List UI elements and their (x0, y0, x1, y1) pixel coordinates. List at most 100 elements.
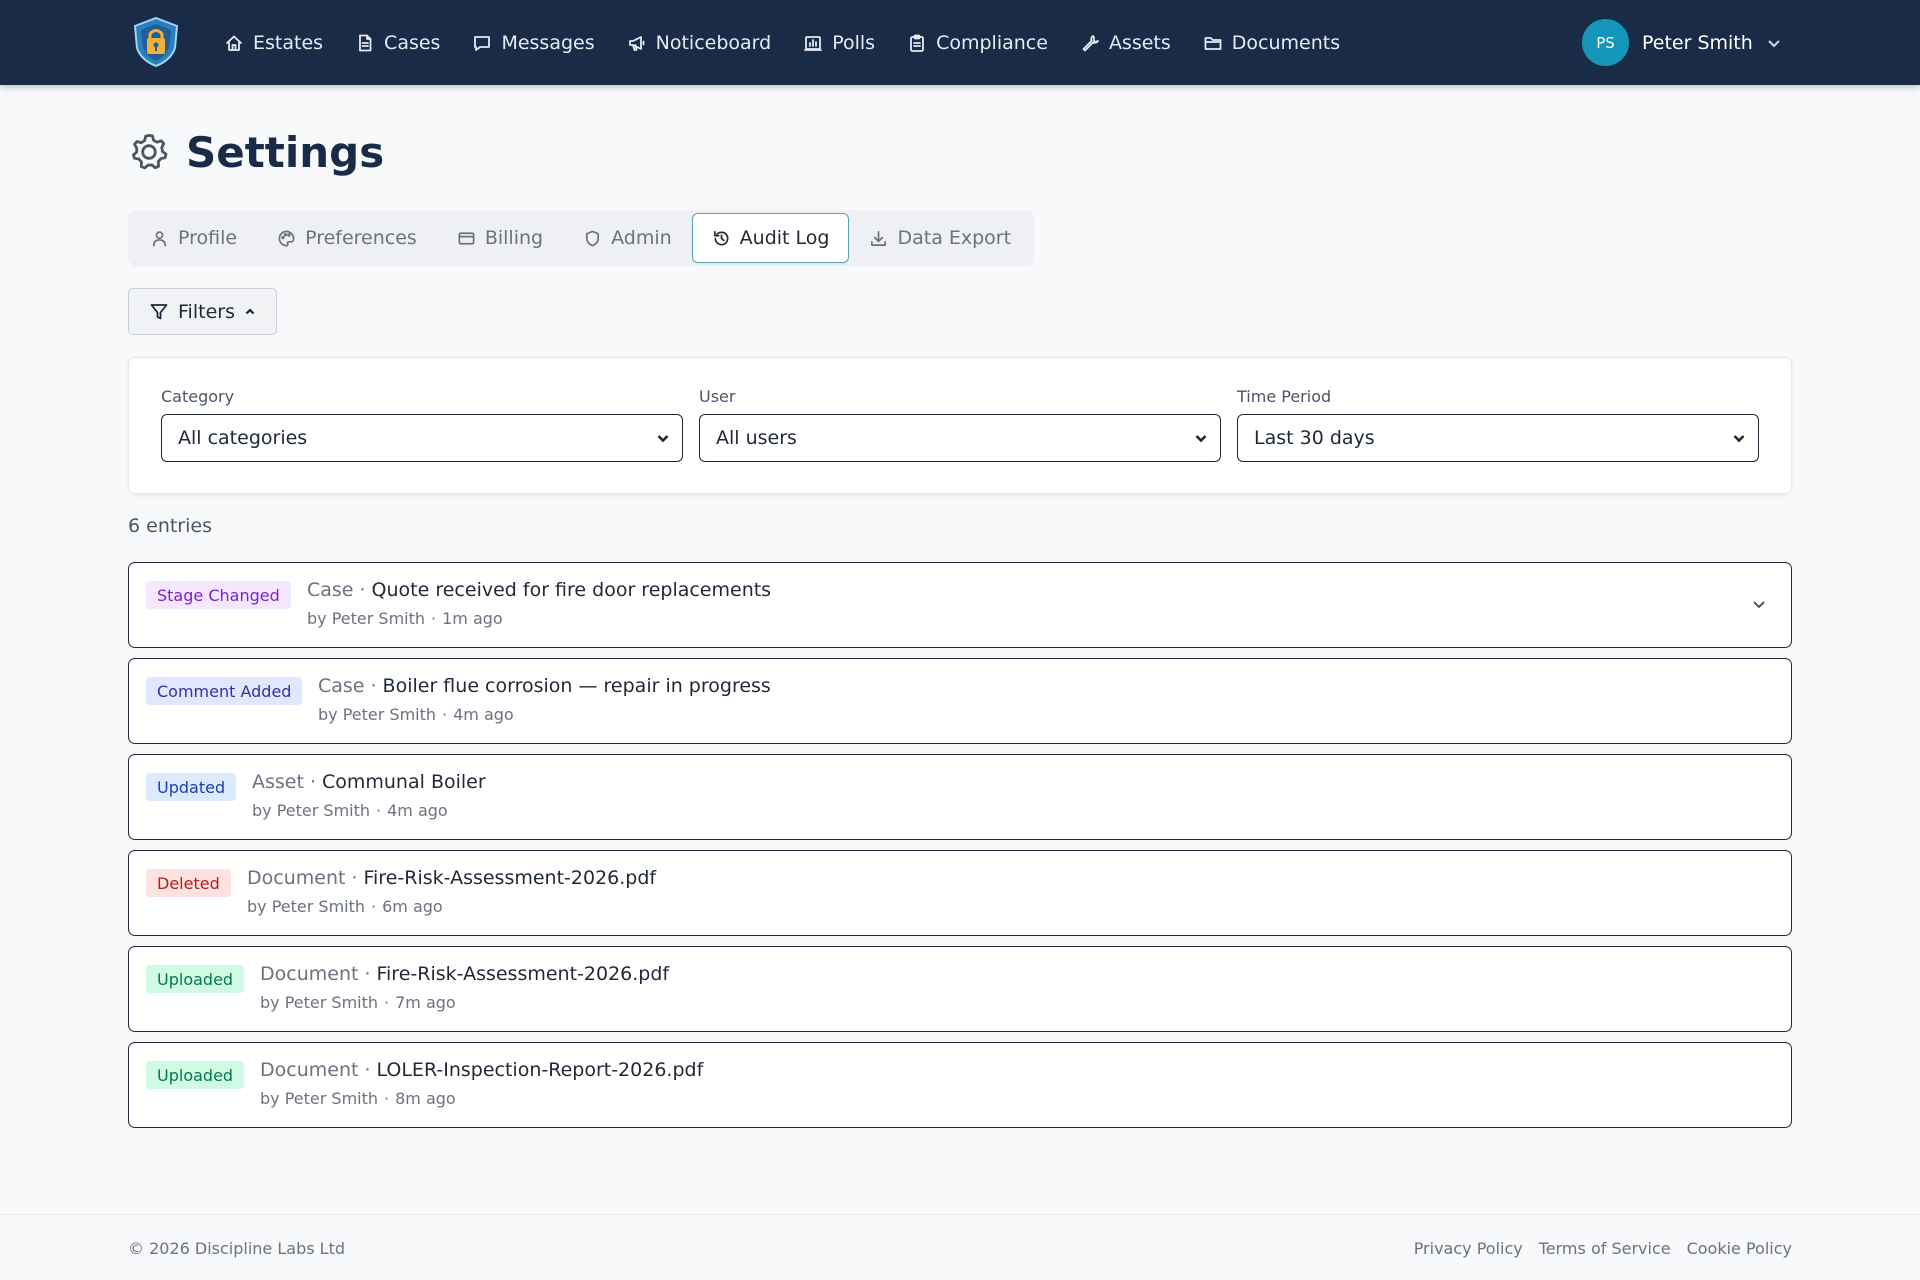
entry-author: by Peter Smith (260, 1089, 379, 1108)
entry-body: Document · LOLER-Inspection-Report-2026.pd… (260, 1059, 703, 1108)
time-period-label: Time Period (1237, 387, 1332, 406)
category-filter: Category All categories (161, 387, 683, 462)
tab-label: Admin (611, 227, 672, 249)
nav-item-messages[interactable]: Messages (472, 32, 595, 54)
page-header: Settings (128, 126, 384, 178)
time-period-select[interactable]: Last 30 days (1237, 414, 1759, 462)
tab-label: Profile (178, 227, 238, 249)
entry-title: Quote received for fire door replacement… (371, 579, 772, 601)
download-icon (871, 230, 887, 246)
privacy-policy-link[interactable]: Privacy Policy (1414, 1239, 1523, 1258)
entry-type: Document (260, 1059, 359, 1081)
entry-author: by Peter Smith (260, 993, 379, 1012)
audit-log-entry[interactable]: Uploaded Document · LOLER-Inspection-Report… (128, 1042, 1792, 1128)
action-badge: Stage Changed (146, 581, 291, 609)
entry-type: Document (247, 867, 346, 889)
entry-meta: by Peter Smith · 4m ago (318, 705, 771, 724)
audit-log-entry[interactable]: Deleted Document · Fire-Risk-Assessment-202… (128, 850, 1792, 936)
entry-title: Boiler flue corrosion — repair in progre… (382, 675, 771, 697)
entry-summary: Case · Boiler flue corrosion — repair in p… (318, 675, 771, 697)
entry-title: Fire-Risk-Assessment-2026.pdf (363, 867, 657, 889)
audit-log-entry[interactable]: Stage Changed Case · Quote received for fir… (128, 562, 1792, 648)
user-icon (152, 230, 167, 246)
nav-item-label: Estates (253, 31, 324, 54)
separator: · (376, 801, 382, 820)
nav-item-compliance[interactable]: Compliance (907, 32, 1048, 54)
tab-admin[interactable]: Admin (563, 213, 692, 263)
separator: · (370, 675, 377, 697)
megaphone-icon (628, 35, 645, 51)
entry-summary: Document · Fire-Risk-Assessment-2026.pdf (247, 867, 656, 889)
nav-item-polls[interactable]: Polls (803, 32, 875, 54)
settings-tabs: Profile Preferences Billing Admin Audit Log D… (128, 210, 1034, 266)
nav-item-label: Polls (832, 31, 876, 54)
entry-time: 7m ago (395, 993, 456, 1012)
category-value: All categories (178, 427, 308, 449)
user-menu[interactable]: PS Peter Smith (1582, 19, 1782, 66)
time-period-value: Last 30 days (1254, 427, 1375, 449)
entry-body: Case · Boiler flue corrosion — repair in p… (318, 675, 771, 724)
entry-time: 1m ago (442, 609, 503, 628)
tab-preferences[interactable]: Preferences (257, 213, 437, 263)
message-icon (474, 35, 491, 51)
shield-icon (586, 230, 600, 246)
action-badge: Comment Added (146, 677, 303, 705)
audit-log-entry[interactable]: Comment Added Case · Boiler flue corrosion … (128, 658, 1792, 744)
nav-item-cases[interactable]: Cases (355, 32, 440, 54)
separator: · (351, 867, 358, 889)
tab-billing[interactable]: Billing (437, 213, 563, 263)
audit-log-entry[interactable]: Updated Asset · Communal Boiler by Peter Smi… (128, 754, 1792, 840)
tab-audit-log[interactable]: Audit Log (691, 213, 850, 263)
action-badge: Uploaded (146, 965, 245, 993)
filters-toggle-button[interactable]: Filters (128, 288, 277, 335)
nav-item-label: Noticeboard (655, 31, 772, 54)
footer-links: Privacy Policy Terms of Service Cookie P… (1414, 1239, 1792, 1258)
nav-item-documents[interactable]: Documents (1203, 32, 1340, 54)
entry-time: 8m ago (395, 1089, 456, 1108)
entry-title: Fire-Risk-Assessment-2026.pdf (376, 963, 670, 985)
cookie-policy-link[interactable]: Cookie Policy (1687, 1239, 1792, 1258)
entry-meta: by Peter Smith · 4m ago (252, 801, 486, 820)
nav-item-label: Assets (1108, 31, 1171, 54)
entry-meta: by Peter Smith · 7m ago (260, 993, 669, 1012)
nav-item-estates[interactable]: Estates (224, 32, 323, 54)
clipboard-icon (910, 34, 924, 52)
separator: · (371, 897, 377, 916)
entry-type: Document (260, 963, 359, 985)
poll-icon (804, 35, 823, 51)
nav-item-label: Cases (384, 31, 441, 54)
terms-of-service-link[interactable]: Terms of Service (1539, 1239, 1671, 1258)
user-label: User (699, 387, 736, 406)
nav-item-assets[interactable]: Assets (1080, 32, 1171, 54)
nav-item-label: Compliance (936, 31, 1048, 54)
entry-title: LOLER-Inspection-Report-2026.pdf (376, 1059, 704, 1081)
chevron-down-icon (1733, 435, 1745, 443)
entry-summary: Document · LOLER-Inspection-Report-2026.pd… (260, 1059, 703, 1081)
category-label: Category (161, 387, 235, 406)
action-badge: Updated (146, 773, 237, 801)
category-select[interactable]: All categories (161, 414, 683, 462)
chevron-down-icon (1768, 39, 1780, 47)
top-navbar: Estates Cases Messages Noticeboard Polls Comp… (0, 0, 1920, 85)
entry-body: Document · Fire-Risk-Assessment-2026.pdf by… (260, 963, 669, 1012)
folder-icon (1204, 36, 1222, 50)
entry-author: by Peter Smith (247, 897, 366, 916)
tab-label: Preferences (305, 227, 417, 249)
entry-time: 4m ago (387, 801, 448, 820)
tab-data-export[interactable]: Data Export (849, 213, 1031, 263)
credit-card-icon (458, 231, 475, 245)
palette-icon (278, 230, 295, 246)
tab-profile[interactable]: Profile (130, 213, 257, 263)
user-value: All users (716, 427, 797, 449)
chevron-down-icon (1195, 435, 1207, 443)
entry-meta: by Peter Smith · 8m ago (260, 1089, 703, 1108)
chevron-down-icon[interactable] (1751, 596, 1767, 612)
nav-item-noticeboard[interactable]: Noticeboard (627, 31, 772, 54)
avatar: PS (1582, 19, 1629, 66)
chevron-down-icon (657, 435, 669, 443)
entry-meta: by Peter Smith · 1m ago (307, 609, 771, 628)
app-logo[interactable] (131, 16, 181, 68)
entry-type: Case (318, 675, 365, 697)
user-select[interactable]: All users (699, 414, 1221, 462)
audit-log-entry[interactable]: Uploaded Document · Fire-Risk-Assessment-20… (128, 946, 1792, 1032)
